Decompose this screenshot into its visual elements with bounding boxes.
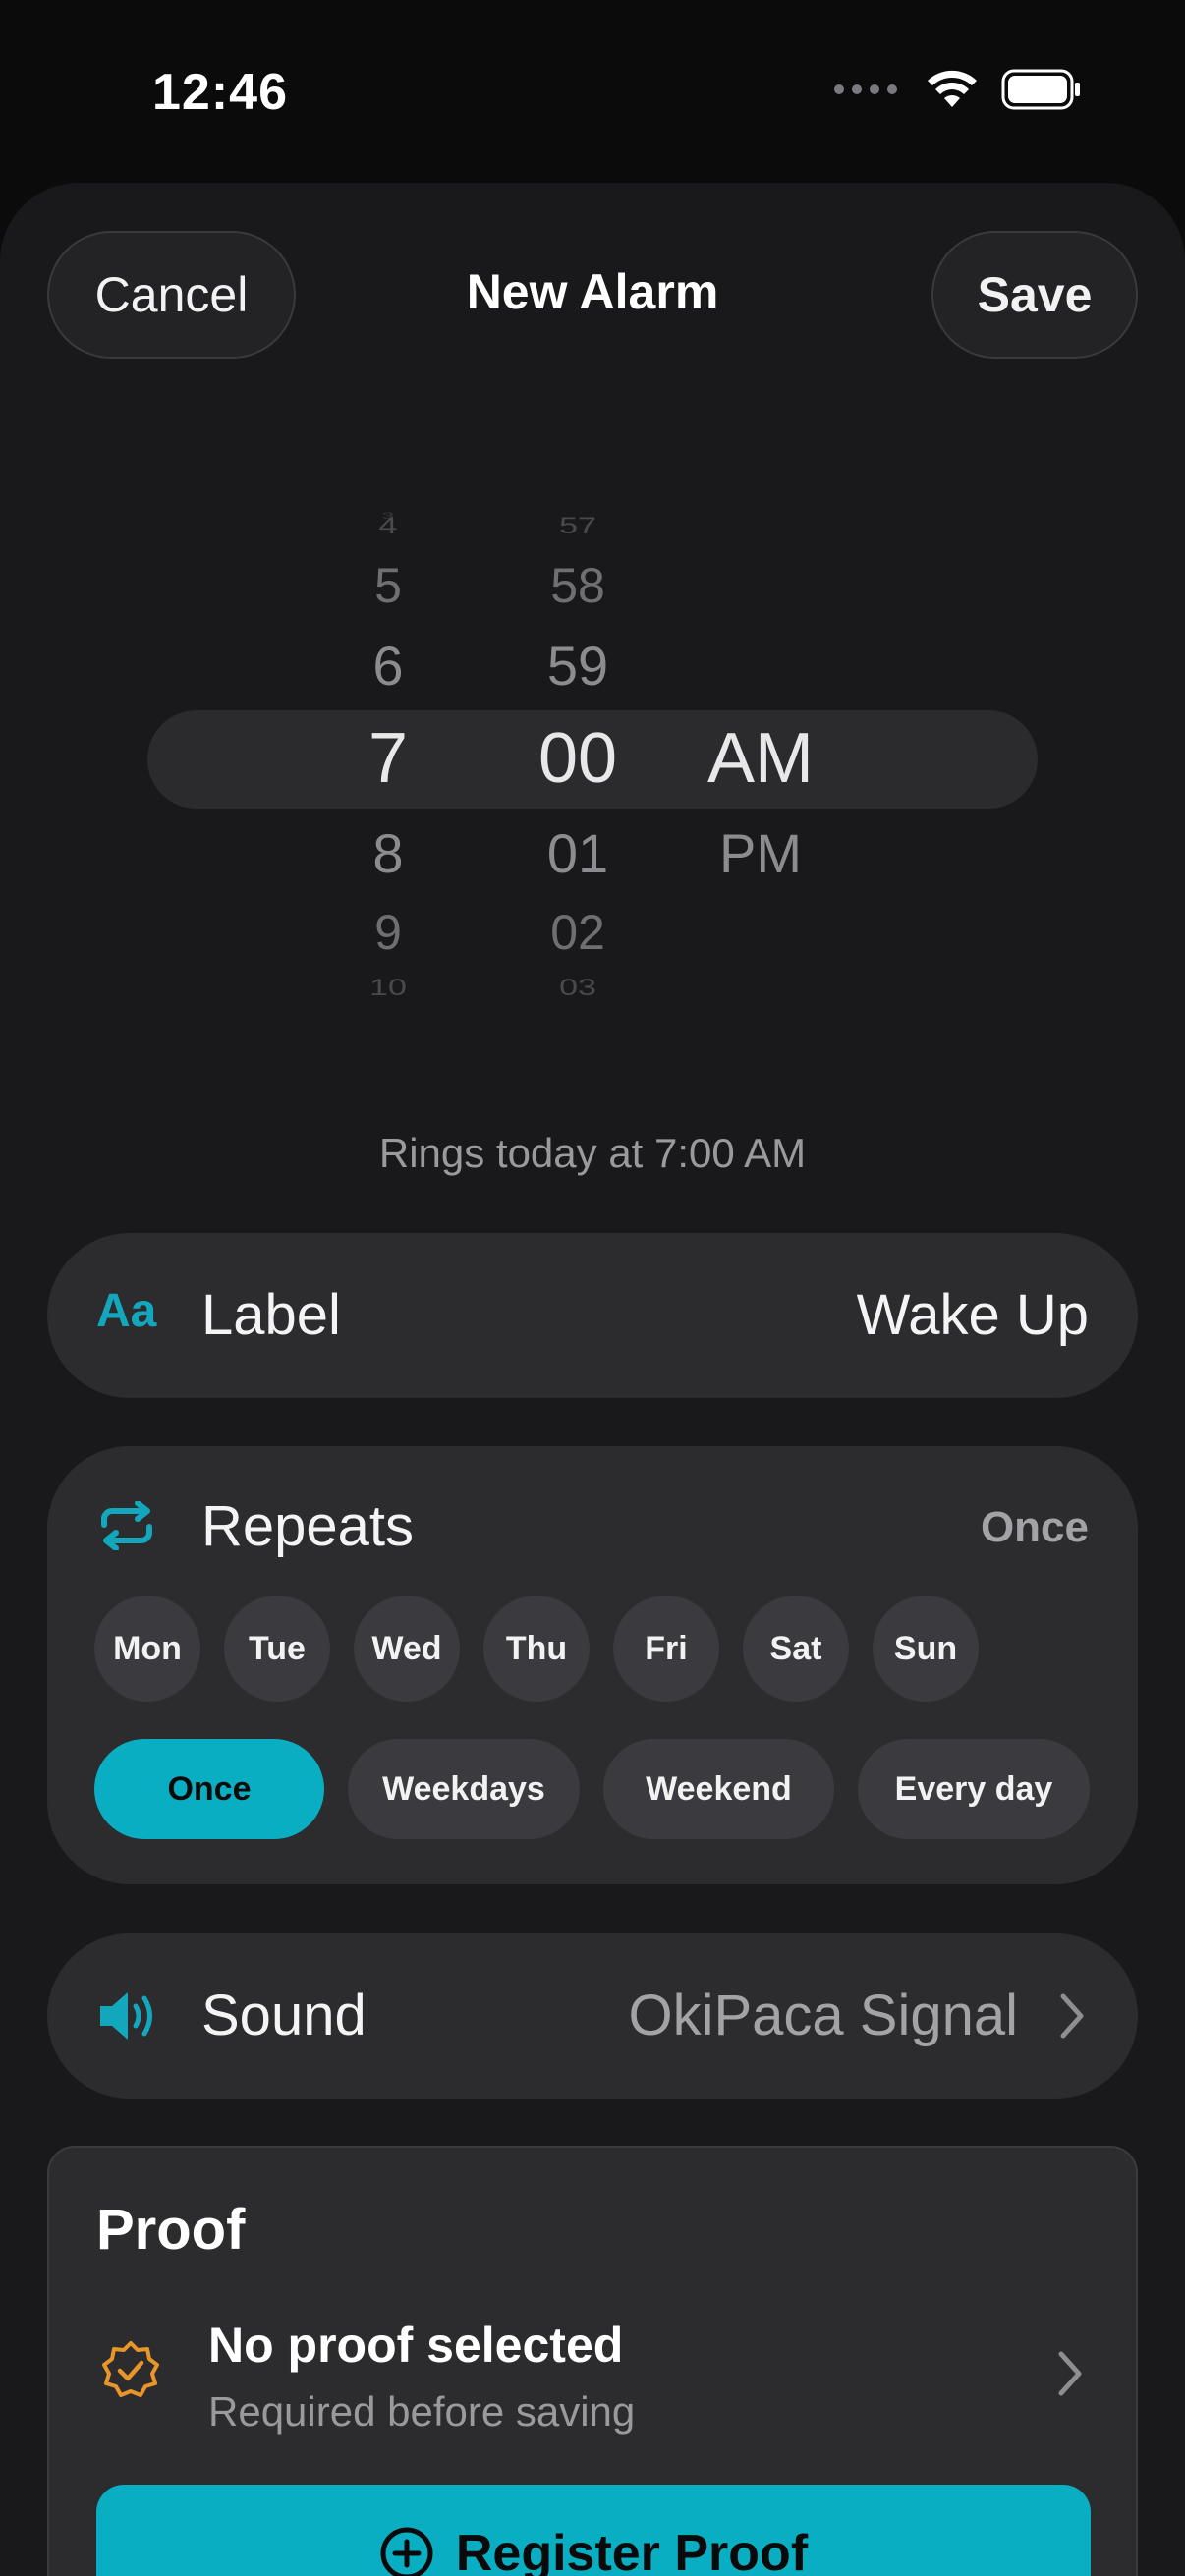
preset-weekdays-button[interactable]: Weekdays (348, 1739, 580, 1839)
minute-option: 01 (546, 822, 609, 884)
proof-card: Proof No proof selected Required before … (47, 2146, 1138, 2576)
chevron-right-icon[interactable] (1055, 2350, 1085, 2397)
hour-option: 8 (372, 822, 404, 884)
register-proof-label: Register Proof (455, 2525, 809, 2576)
minute-option: 57 (559, 512, 596, 539)
register-proof-button[interactable]: Register Proof (96, 2485, 1091, 2576)
proof-subtitle: Required before saving (208, 2388, 636, 2435)
text-format-icon: Aa (96, 1285, 157, 1337)
day-wed-button[interactable]: Wed (354, 1596, 460, 1702)
label-value: Wake Up (856, 1283, 1089, 1347)
proof-status: No proof selected (208, 2318, 624, 2373)
badge-check-icon (102, 2341, 159, 2397)
repeats-value: Once (980, 1503, 1089, 1551)
sound-row[interactable]: Sound OkiPaca Signal (47, 1933, 1138, 2099)
rings-note: Rings today at 7:00 AM (378, 1130, 807, 1176)
minute-option: 03 (559, 974, 596, 1001)
day-tue-button[interactable]: Tue (224, 1596, 330, 1702)
chevron-right-icon (1060, 1993, 1084, 2039)
label-title: Label (201, 1283, 341, 1347)
selected-hour: 7 (367, 719, 409, 798)
period-option: PM (719, 822, 802, 884)
minute-option: 59 (546, 635, 609, 697)
hour-option: 4 (378, 512, 398, 539)
hour-option: 6 (372, 635, 404, 697)
wifi-icon (928, 70, 977, 107)
preset-once-button[interactable]: Once (94, 1739, 324, 1839)
plus-circle-icon (380, 2527, 433, 2576)
battery-icon (1001, 69, 1080, 110)
selected-period: AM (707, 719, 814, 798)
day-mon-button[interactable]: Mon (94, 1596, 200, 1702)
speaker-icon (96, 1988, 161, 2044)
status-time: 12:46 (152, 64, 288, 121)
minute-option: 02 (550, 905, 605, 960)
day-sun-button[interactable]: Sun (873, 1596, 979, 1702)
day-thu-button[interactable]: Thu (483, 1596, 590, 1702)
sound-value: OkiPaca Signal (628, 1984, 1018, 2047)
repeat-presets: Once Weekdays Weekend Every day (94, 1739, 1090, 1839)
repeats-card: Repeats Once Mon Tue Wed Thu Fri Sat Sun… (47, 1446, 1138, 1884)
day-selector: Mon Tue Wed Thu Fri Sat Sun (94, 1596, 979, 1702)
minute-option: 58 (550, 558, 605, 613)
day-fri-button[interactable]: Fri (613, 1596, 719, 1702)
hour-option: 9 (374, 905, 402, 960)
repeats-title: Repeats (201, 1494, 415, 1558)
preset-weekend-button[interactable]: Weekend (603, 1739, 834, 1839)
hour-option: 10 (369, 974, 407, 1001)
repeat-icon (96, 1501, 157, 1550)
selected-minute: 00 (537, 719, 618, 798)
proof-title: Proof (96, 2198, 246, 2262)
sound-title: Sound (201, 1984, 367, 2047)
save-button[interactable]: Save (931, 231, 1138, 359)
label-row[interactable]: Aa Label Wake Up (47, 1233, 1138, 1398)
alarm-editor-screen: 12:46 Cancel New Alarm Save 3 4 5 6 7 8 … (0, 0, 1185, 2576)
hour-option: 5 (374, 558, 402, 613)
cellular-signal-icon (834, 84, 897, 94)
status-icons (834, 69, 1082, 110)
preset-every-day-button[interactable]: Every day (858, 1739, 1090, 1839)
day-sat-button[interactable]: Sat (743, 1596, 849, 1702)
